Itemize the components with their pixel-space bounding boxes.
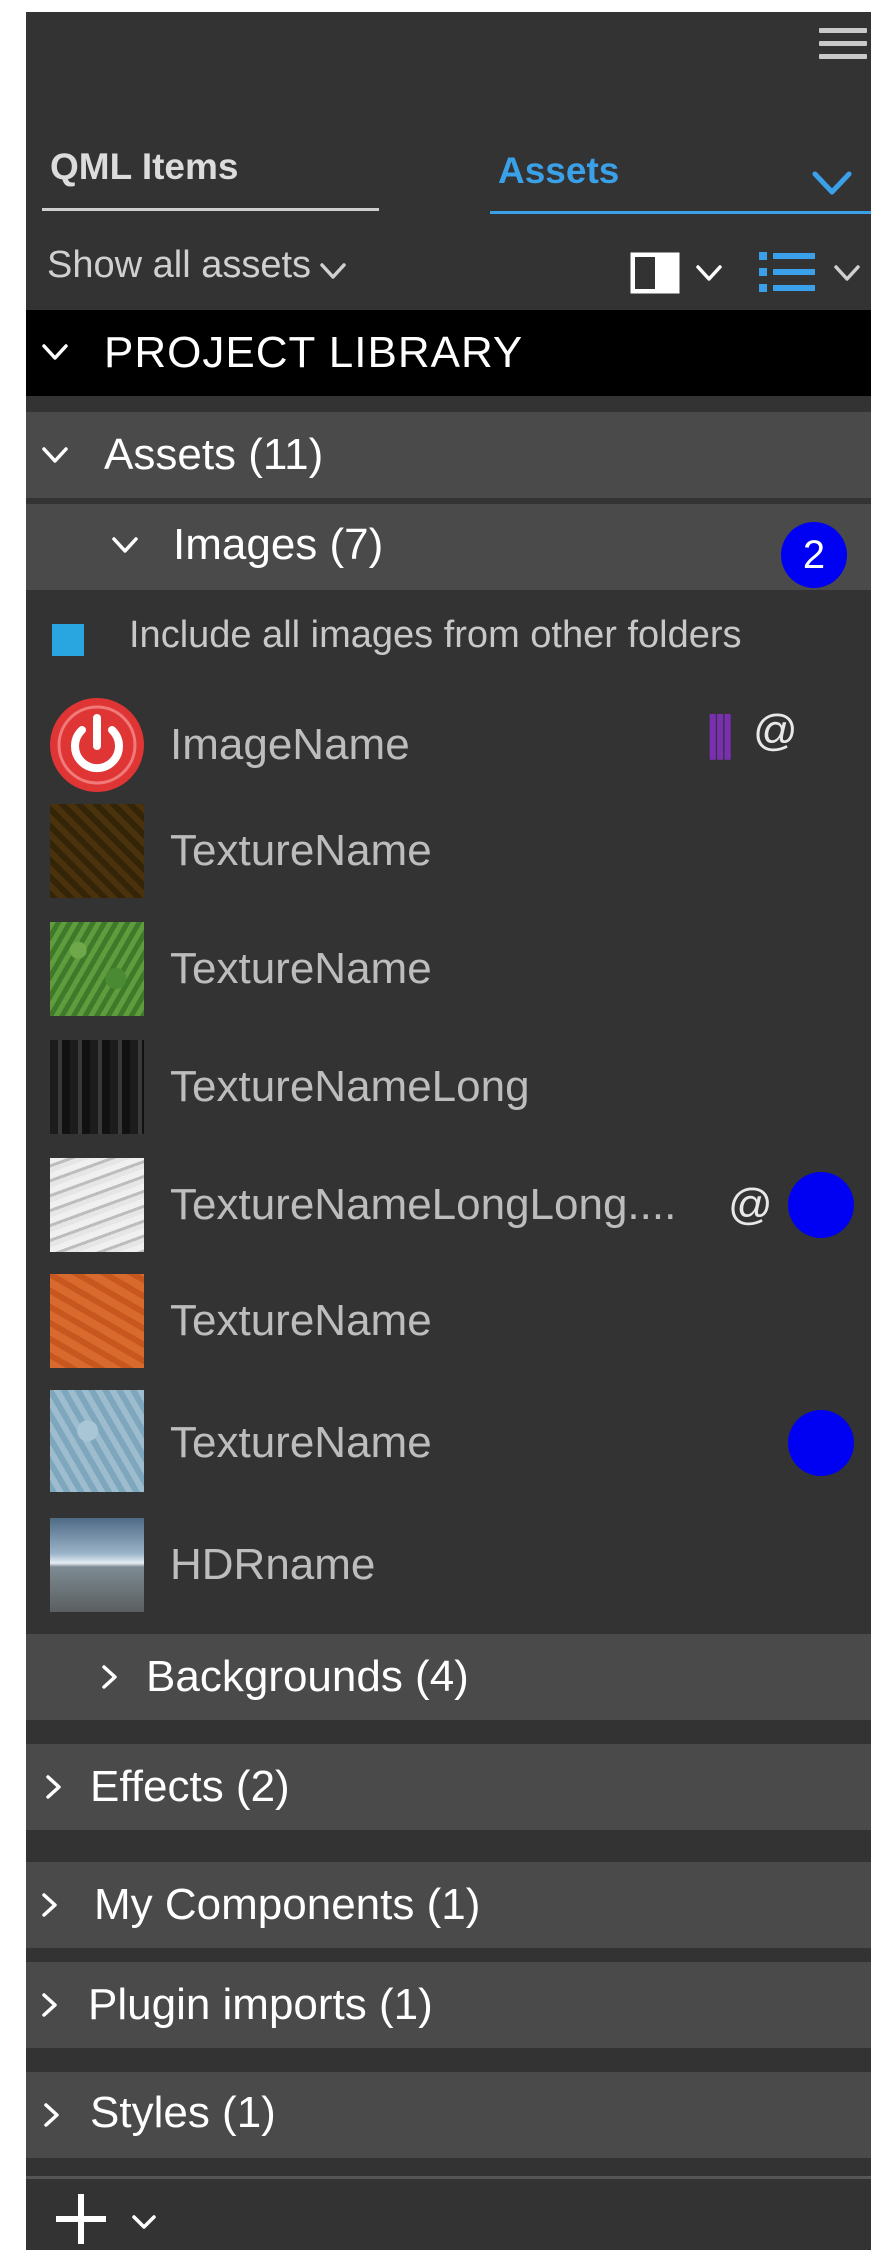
assets-section-title: Assets (11)	[104, 430, 324, 479]
list-item[interactable]: TextureName	[26, 804, 871, 904]
texture-name: TextureNameLong	[170, 1062, 530, 1111]
texture-name: TextureNameLongLong....	[170, 1180, 677, 1229]
texture-name: TextureName	[170, 826, 432, 875]
hdr-thumbnail	[50, 1518, 144, 1612]
chevron-down-icon[interactable]	[40, 337, 70, 367]
hdr-name: HDRname	[170, 1540, 376, 1589]
tab-assets-underline	[490, 211, 871, 214]
list-item[interactable]: TextureName	[26, 922, 871, 1022]
chevron-down-icon[interactable]	[110, 530, 140, 560]
styles-title: Styles (1)	[90, 2088, 276, 2137]
texture-name: TextureName	[170, 1418, 432, 1467]
effects-title: Effects (2)	[90, 1762, 290, 1811]
texture-thumbnail	[50, 1158, 144, 1252]
chevron-down-icon[interactable]	[318, 256, 348, 286]
at-marker: @	[728, 1180, 773, 1229]
list-item[interactable]: ImageName ||| @	[26, 698, 871, 798]
assets-panel: QML Items Assets Show all assets PROJECT…	[26, 12, 871, 2250]
tab-qml-items-underline	[42, 208, 379, 211]
images-section-title: Images (7)	[173, 520, 384, 569]
tab-qml-items[interactable]: QML Items	[50, 146, 238, 188]
chevron-right-icon[interactable]	[40, 1774, 66, 1800]
chevron-down-icon[interactable]	[130, 2208, 158, 2236]
list-item[interactable]: TextureName	[26, 1390, 871, 1492]
texture-thumbnail	[50, 1274, 144, 1368]
power-icon	[50, 698, 144, 792]
chevron-down-icon[interactable]	[694, 258, 724, 288]
status-dot	[788, 1172, 854, 1238]
images-section-header[interactable]	[26, 504, 871, 590]
chevron-down-icon[interactable]	[811, 162, 853, 204]
image-name: ImageName	[170, 720, 410, 769]
texture-thumbnail	[50, 804, 144, 898]
status-dot	[788, 1410, 854, 1476]
list-item[interactable]: TextureNameLong	[26, 1040, 871, 1140]
project-library-title: PROJECT LIBRARY	[104, 328, 524, 377]
texture-thumbnail	[50, 1390, 144, 1492]
list-item[interactable]: HDRname	[26, 1518, 871, 1618]
my-components-title: My Components (1)	[94, 1880, 481, 1929]
texture-name: TextureName	[170, 944, 432, 993]
backgrounds-title: Backgrounds (4)	[146, 1652, 469, 1701]
show-all-assets-dropdown[interactable]: Show all assets	[47, 244, 311, 287]
list-item[interactable]: TextureNameLongLong.... @	[26, 1158, 871, 1258]
usage-marker: |||	[706, 707, 734, 760]
plugin-imports-title: Plugin imports (1)	[88, 1980, 433, 2029]
plus-icon[interactable]	[54, 2192, 108, 2246]
chevron-down-icon[interactable]	[832, 258, 862, 288]
texture-name: TextureName	[170, 1296, 432, 1345]
include-images-checkbox[interactable]	[52, 624, 84, 656]
chevron-right-icon[interactable]	[96, 1664, 122, 1690]
count-badge: 2	[781, 522, 847, 588]
list-view-icon[interactable]	[759, 250, 817, 294]
texture-thumbnail	[50, 1040, 144, 1134]
panel-toggle-icon[interactable]	[630, 252, 680, 294]
chevron-right-icon[interactable]	[36, 1992, 62, 2018]
chevron-right-icon[interactable]	[38, 2102, 64, 2128]
include-images-label: Include all images from other folders	[129, 614, 742, 656]
texture-thumbnail	[50, 922, 144, 1016]
hamburger-menu-icon[interactable]	[819, 28, 867, 64]
chevron-down-icon[interactable]	[40, 440, 70, 470]
tab-assets[interactable]: Assets	[498, 150, 619, 192]
at-marker: @	[753, 706, 798, 755]
chevron-right-icon[interactable]	[36, 1892, 62, 1918]
list-item[interactable]: TextureName	[26, 1274, 871, 1374]
